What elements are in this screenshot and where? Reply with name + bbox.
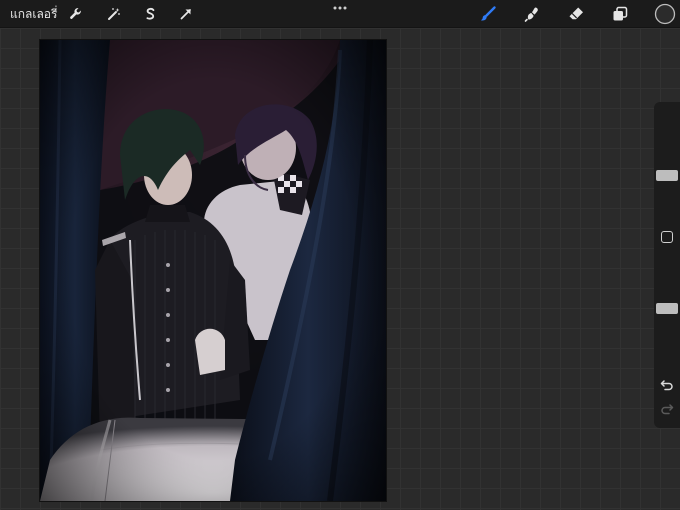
redo-icon[interactable]: [659, 402, 675, 416]
right-sidebar: [654, 102, 680, 428]
artwork-illustration: [40, 40, 386, 501]
arrow-cursor-icon[interactable]: [176, 4, 196, 24]
more-options-icon[interactable]: [330, 2, 350, 14]
brush-icon[interactable]: [478, 4, 498, 24]
selection-s-icon[interactable]: [140, 4, 160, 24]
color-swatch[interactable]: [654, 3, 676, 25]
opacity-thumb[interactable]: [656, 303, 678, 315]
brush-size-thumb[interactable]: [656, 170, 678, 182]
top-toolbar: แกลเลอรี่: [0, 0, 680, 28]
magic-wand-icon[interactable]: [104, 4, 124, 24]
brush-size-slider[interactable]: [656, 110, 678, 214]
drawing-canvas[interactable]: [40, 40, 386, 501]
gallery-button[interactable]: แกลเลอรี่: [10, 5, 57, 24]
layers-icon[interactable]: [610, 4, 630, 24]
wrench-icon[interactable]: [66, 4, 86, 24]
smudge-icon[interactable]: [522, 4, 542, 24]
opacity-slider[interactable]: [656, 258, 678, 370]
modify-button[interactable]: [661, 231, 673, 243]
undo-icon[interactable]: [659, 378, 675, 392]
eraser-icon[interactable]: [566, 4, 586, 24]
